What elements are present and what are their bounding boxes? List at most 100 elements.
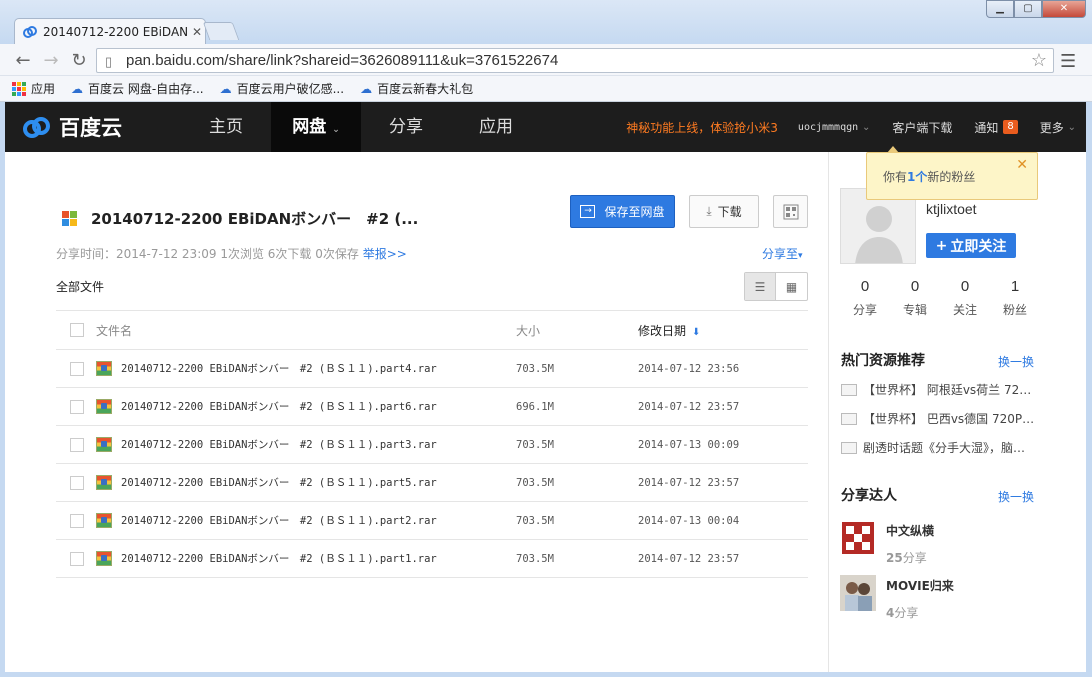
save-to-netdisk-button[interactable]: → 保存至网盘 xyxy=(570,195,675,228)
column-size[interactable]: 大小 xyxy=(516,322,638,339)
plus-icon: + xyxy=(935,237,948,254)
tab-close-icon[interactable]: ✕ xyxy=(189,25,205,39)
image-icon xyxy=(841,412,857,425)
breadcrumb-all-files[interactable]: 全部文件 xyxy=(56,278,104,295)
follow-button[interactable]: + 立即关注 xyxy=(926,233,1016,258)
experts-change-link[interactable]: 换一换 xyxy=(998,488,1034,505)
row-checkbox[interactable] xyxy=(70,475,84,490)
forward-arrow-icon[interactable]: → xyxy=(40,50,62,71)
close-window-button[interactable]: ✕ xyxy=(1042,0,1086,18)
rar-file-icon xyxy=(96,361,112,376)
address-bar[interactable]: ▯ pan.baidu.com/share/link?shareid=36260… xyxy=(96,48,1054,73)
file-name[interactable]: 20140712-2200 EBiDANボンバー #2 (ＢＳ１１).part1… xyxy=(121,551,437,566)
image-icon xyxy=(841,383,857,396)
nav-home[interactable]: 主页 xyxy=(181,102,271,152)
file-name[interactable]: 20140712-2200 EBiDANボンバー #2 (ＢＳ１１).part2… xyxy=(121,513,437,528)
minimize-button[interactable]: ▁ xyxy=(986,0,1014,18)
list-view-icon[interactable]: ☰ xyxy=(745,273,776,300)
qrcode-button[interactable] xyxy=(773,195,808,228)
file-date: 2014-07-12 23:56 xyxy=(638,362,740,375)
rar-file-icon xyxy=(96,399,112,414)
expert-item[interactable]: MOVIE归来 4分享 xyxy=(840,575,954,621)
maximize-button[interactable]: ▢ xyxy=(1014,0,1042,18)
back-arrow-icon[interactable]: ← xyxy=(12,50,34,71)
expert-avatar xyxy=(840,520,876,556)
sharer-username[interactable]: ktjlixtoet xyxy=(926,201,977,217)
new-fans-tooltip: 你有 1个 新的粉丝 ✕ xyxy=(866,146,1038,200)
stat-item[interactable]: 0 分享 xyxy=(840,278,890,318)
expert-item[interactable]: 中文纵横 25分享 xyxy=(840,520,934,566)
report-link[interactable]: 举报>> xyxy=(363,247,407,261)
expert-avatar xyxy=(840,575,876,611)
table-row[interactable]: 20140712-2200 EBiDANボンバー #2 (ＢＳ１１).part1… xyxy=(56,540,808,578)
file-name-cell: 20140712-2200 EBiDANボンバー #2 (ＢＳ１１).part1… xyxy=(96,551,516,566)
file-date: 2014-07-12 23:57 xyxy=(638,476,740,489)
file-name-cell: 20140712-2200 EBiDANボンバー #2 (ＢＳ１１).part2… xyxy=(96,513,516,528)
stat-item[interactable]: 0 专辑 xyxy=(890,278,940,318)
notification-badge: 8 xyxy=(1003,120,1018,134)
table-row[interactable]: 20140712-2200 EBiDANボンバー #2 (ＢＳ１１).part4… xyxy=(56,350,808,388)
table-row[interactable]: 20140712-2200 EBiDANボンバー #2 (ＢＳ１１).part3… xyxy=(56,426,808,464)
share-meta: 分享时间：2014-7-12 23:09 1次浏览 6次下载 0次保存 举报>> xyxy=(56,247,407,261)
share-to-button[interactable]: 分享至▾ xyxy=(762,245,803,262)
table-row[interactable]: 20140712-2200 EBiDANボンバー #2 (ＢＳ１１).part6… xyxy=(56,388,808,426)
row-checkbox[interactable] xyxy=(70,513,84,528)
brand-logo[interactable]: 百度云 xyxy=(5,112,181,142)
user-stats: 0 分享 0 专辑 0 关注 1 粉丝 xyxy=(840,278,1040,318)
stat-item[interactable]: 1 粉丝 xyxy=(990,278,1040,318)
client-download-link[interactable]: 客户端下载 xyxy=(892,119,952,136)
bookmark-item[interactable]: ☁ 百度云 网盘-自由存... xyxy=(71,80,204,97)
nav-share[interactable]: 分享 xyxy=(361,102,451,152)
bookmark-item[interactable]: ☁ 百度云用户破亿感... xyxy=(220,80,344,97)
hot-change-link[interactable]: 换一换 xyxy=(998,353,1034,370)
expert-name: MOVIE归来 xyxy=(886,579,954,593)
select-all-checkbox[interactable] xyxy=(70,323,84,337)
file-name[interactable]: 20140712-2200 EBiDANボンバー #2 (ＢＳ１１).part6… xyxy=(121,399,437,414)
close-icon[interactable]: ✕ xyxy=(1016,157,1028,173)
sort-down-icon: ⬇ xyxy=(692,326,701,338)
file-date: 2014-07-12 23:57 xyxy=(638,400,740,413)
hot-resource-list: 【世界杯】 阿根廷vs荷兰 72… 【世界杯】 巴西vs德国 720P… 剧透时… xyxy=(841,375,1037,462)
nav-netdisk[interactable]: 网盘 ⌄ xyxy=(271,102,361,152)
notifications[interactable]: 通知 8 xyxy=(974,119,1018,136)
nav-apps[interactable]: 应用 xyxy=(451,102,541,152)
file-table: 文件名 大小 修改日期 ⬇ 20140712-2200 EBiDANボンバー #2… xyxy=(56,310,808,578)
file-size: 703.5M xyxy=(516,438,554,451)
user-menu[interactable]: uocjmmmqgn ⌄ xyxy=(798,120,870,134)
file-name-cell: 20140712-2200 EBiDANボンバー #2 (ＢＳ１１).part3… xyxy=(96,437,516,452)
more-menu[interactable]: 更多 ⌄ xyxy=(1040,119,1076,136)
url-text: pan.baidu.com/share/link?shareid=3626089… xyxy=(126,52,559,69)
file-size: 703.5M xyxy=(516,476,554,489)
new-tab-button[interactable] xyxy=(202,22,240,40)
table-row[interactable]: 20140712-2200 EBiDANボンバー #2 (ＢＳ１１).part2… xyxy=(56,502,808,540)
stat-item[interactable]: 0 关注 xyxy=(940,278,990,318)
window-frame-bottom xyxy=(0,672,1092,677)
bookmark-item[interactable]: ☁ 百度云新春大礼包 xyxy=(360,80,473,97)
reload-icon[interactable]: ↻ xyxy=(68,50,90,71)
view-toggle: ☰ ▦ xyxy=(744,272,808,301)
file-name-cell: 20140712-2200 EBiDANボンバー #2 (ＢＳ１１).part6… xyxy=(96,399,516,414)
file-date: 2014-07-13 00:04 xyxy=(638,514,740,527)
row-checkbox[interactable] xyxy=(70,399,84,414)
list-item[interactable]: 剧透时话题《分手大湿》，脑… xyxy=(841,433,1037,462)
file-size: 703.5M xyxy=(516,514,554,527)
download-button[interactable]: ⤓ 下载 xyxy=(689,195,759,228)
row-checkbox[interactable] xyxy=(70,437,84,452)
chevron-down-icon: ⌄ xyxy=(861,121,871,133)
table-row[interactable]: 20140712-2200 EBiDANボンバー #2 (ＢＳ１１).part5… xyxy=(56,464,808,502)
row-checkbox[interactable] xyxy=(70,551,84,566)
grid-view-icon[interactable]: ▦ xyxy=(776,273,807,300)
list-item[interactable]: 【世界杯】 阿根廷vs荷兰 72… xyxy=(841,375,1037,404)
column-name[interactable]: 文件名 xyxy=(96,322,516,339)
file-name[interactable]: 20140712-2200 EBiDANボンバー #2 (ＢＳ１１).part5… xyxy=(121,475,437,490)
file-name[interactable]: 20140712-2200 EBiDANボンバー #2 (ＢＳ１１).part4… xyxy=(121,361,437,376)
list-item[interactable]: 【世界杯】 巴西vs德国 720P… xyxy=(841,404,1037,433)
bookmark-apps[interactable]: 应用 xyxy=(12,80,55,97)
promo-link[interactable]: 神秘功能上线，体验抢小米3 xyxy=(626,119,778,136)
chrome-menu-icon[interactable]: ☰ xyxy=(1060,51,1076,72)
browser-tab[interactable]: 20140712-2200 EBiDAN ✕ xyxy=(14,18,206,44)
column-date[interactable]: 修改日期 ⬇ xyxy=(638,322,700,339)
file-name[interactable]: 20140712-2200 EBiDANボンバー #2 (ＢＳ１１).part3… xyxy=(121,437,437,452)
bookmark-star-icon[interactable]: ☆ xyxy=(1031,50,1047,71)
row-checkbox[interactable] xyxy=(70,361,84,376)
